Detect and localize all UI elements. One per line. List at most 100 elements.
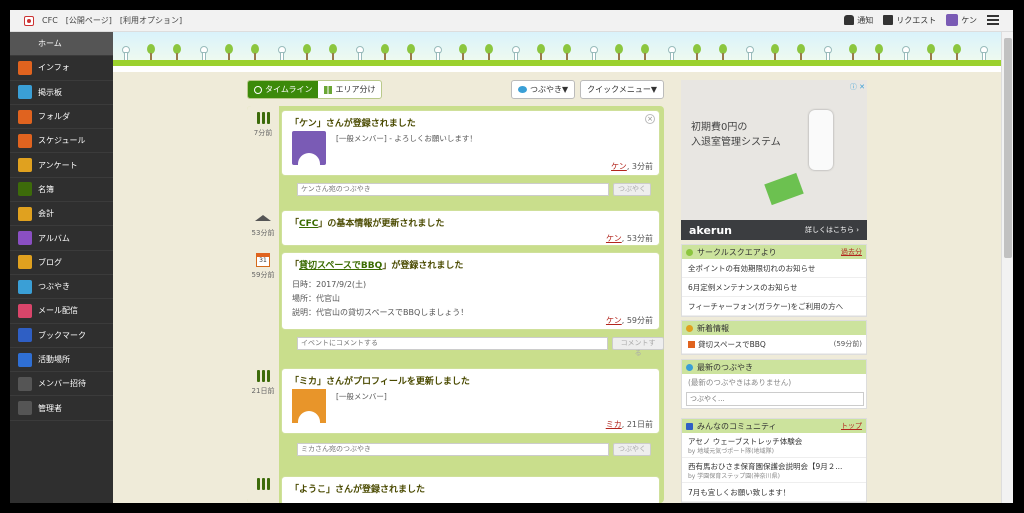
tweet-submit-button[interactable]: つぶやく bbox=[613, 442, 651, 456]
ad-info-icon[interactable]: ⓘ ✕ bbox=[850, 82, 865, 92]
options-link[interactable]: [利用オプション] bbox=[120, 15, 182, 26]
entry-title: 「貸切スペースでBBQ」が登録されました bbox=[290, 261, 464, 271]
entry-text: [一般メンバー] - よろしくお願いします！ bbox=[336, 134, 477, 143]
author-link[interactable]: ケン bbox=[611, 162, 627, 171]
tweet-submit-button[interactable]: つぶやく bbox=[613, 182, 651, 196]
member-avatar[interactable] bbox=[292, 131, 326, 165]
sidebar-item[interactable]: ブログ bbox=[10, 251, 113, 275]
quick-menu-button[interactable]: クイックメニュー▼ bbox=[580, 80, 664, 99]
tweet-input[interactable] bbox=[686, 392, 864, 406]
scrollbar[interactable] bbox=[1001, 32, 1013, 503]
person-illustration bbox=[901, 46, 910, 60]
sidebar-item[interactable]: インフォ bbox=[10, 56, 113, 81]
info-icon bbox=[18, 60, 32, 75]
community-item[interactable]: 7月も宜しくお願い致します！ bbox=[682, 483, 866, 502]
community-item[interactable]: 西有馬おひさま保育園保護会説明会【9月２... by 学園保育ステップ園(神奈川… bbox=[682, 458, 866, 483]
album-icon bbox=[18, 231, 32, 246]
feed-rail bbox=[247, 106, 279, 503]
sidebar-item[interactable]: メンバー招待 bbox=[10, 372, 113, 397]
community-top-link[interactable]: トップ bbox=[841, 421, 862, 431]
person-illustration bbox=[823, 46, 832, 60]
tree-illustration bbox=[329, 44, 337, 60]
request-button[interactable]: リクエスト bbox=[883, 15, 936, 26]
archive-link[interactable]: 過去分 bbox=[841, 247, 862, 257]
entry-card: 「貸切スペースでBBQ」が登録されました 日時：2017/9/2(土) 場所：代… bbox=[281, 252, 660, 330]
request-label: リクエスト bbox=[896, 15, 937, 25]
community-sub: by 学園保育ステップ園(神奈川県) bbox=[688, 473, 780, 480]
author-link[interactable]: ミカ bbox=[606, 420, 622, 429]
tab-timeline[interactable]: タイムライン bbox=[248, 81, 319, 98]
tree-illustration bbox=[693, 44, 701, 60]
panel-header: みんなのコミュニティ トップ bbox=[682, 419, 866, 433]
close-icon[interactable]: × bbox=[645, 114, 655, 124]
tweet-dropdown-button[interactable]: つぶやき▼ bbox=[511, 80, 576, 99]
sidebar-item[interactable]: 会計 bbox=[10, 202, 113, 227]
notify-button[interactable]: 通知 bbox=[844, 15, 873, 26]
blog-icon bbox=[18, 255, 32, 270]
entry-text: [一般メンバー] bbox=[336, 392, 387, 401]
scrollbar-thumb[interactable] bbox=[1004, 38, 1012, 258]
panel-title: 最新のつぶやき bbox=[697, 362, 753, 372]
sidebar-item[interactable]: 掲示板 bbox=[10, 81, 113, 105]
entry-card: 「ミカ」さんがプロフィールを更新しました [一般メンバー] ミカ, 21日前 bbox=[281, 368, 660, 434]
bell-icon bbox=[844, 15, 855, 25]
hamburger-menu-icon[interactable] bbox=[987, 15, 999, 25]
calendar-icon: 31 bbox=[253, 252, 273, 268]
advertisement[interactable]: ⓘ ✕ 初期費0円の 入退室管理システム akerun 詳しくはこちら › bbox=[681, 80, 867, 240]
sidebar-item[interactable]: アンケート bbox=[10, 153, 113, 178]
author-link[interactable]: ケン bbox=[606, 316, 622, 325]
event-comment-button[interactable]: コメントする bbox=[612, 336, 664, 357]
tree-illustration bbox=[251, 44, 259, 60]
tree-illustration bbox=[615, 44, 623, 60]
app-window: CFC [公開ページ] [利用オプション] 通知 リクエスト ケン ホーム インフ… bbox=[10, 10, 1013, 503]
entry-time: 7分前 bbox=[253, 129, 273, 137]
news-item[interactable]: フィーチャーフォン(ガラケー)をご利用の方へ bbox=[682, 297, 866, 316]
tree-illustration bbox=[771, 44, 779, 60]
sidebar-item[interactable]: メール配信 bbox=[10, 299, 113, 324]
community-item[interactable]: アセノ ウェーブストレッチ体験会 by 地域元気づポート隊(地域隊) bbox=[682, 433, 866, 458]
person-illustration bbox=[511, 46, 520, 60]
sidebar-item[interactable]: 名簿 bbox=[10, 178, 113, 203]
entry-meta: ケン, 3分前 bbox=[611, 162, 653, 171]
sidebar-item[interactable]: ブックマーク bbox=[10, 324, 113, 348]
panel-header: 最新のつぶやき bbox=[682, 360, 866, 374]
sidebar-item[interactable]: スケジュール bbox=[10, 129, 113, 154]
sidebar-item[interactable]: フォルダ bbox=[10, 105, 113, 130]
entry-title: 「ようこ」さんが登録されました bbox=[290, 485, 426, 495]
person-illustration bbox=[589, 46, 598, 60]
news-item[interactable]: 全ポイントの有効期限切れのお知らせ bbox=[682, 259, 866, 278]
member-avatar[interactable] bbox=[292, 389, 326, 423]
event-details: 日時：2017/9/2(土) 場所：代官山 説明：代官山の貸切スペースでBBQし… bbox=[282, 276, 659, 322]
event-link[interactable]: 貸切スペースでBBQ bbox=[299, 261, 382, 271]
user-menu[interactable]: ケン bbox=[946, 14, 977, 26]
circle-link[interactable]: CFC bbox=[299, 219, 318, 229]
event-comment-input[interactable] bbox=[297, 336, 609, 350]
bookmark-icon bbox=[18, 328, 32, 343]
news-item[interactable]: 6月定例メンテナンスのお知らせ bbox=[682, 278, 866, 297]
sidebar-item[interactable]: 活動場所 bbox=[10, 348, 113, 373]
entry-title: 「ミカ」さんがプロフィールを更新しました bbox=[290, 377, 470, 387]
ad-cta[interactable]: 詳しくはこちら › bbox=[805, 225, 859, 235]
site-logo-icon[interactable] bbox=[24, 15, 34, 26]
sidebar-item[interactable]: つぶやき bbox=[10, 275, 113, 300]
public-page-link[interactable]: [公開ページ] bbox=[66, 15, 112, 26]
sidebar-item-label: メンバー招待 bbox=[38, 379, 86, 389]
panel-title: 新着情報 bbox=[697, 323, 729, 333]
sidebar-item[interactable]: ホーム bbox=[10, 32, 113, 57]
sidebar-item-label: スケジュール bbox=[38, 136, 86, 146]
sidebar-item[interactable]: アルバム bbox=[10, 226, 113, 251]
site-name[interactable]: CFC bbox=[42, 16, 58, 25]
author-link[interactable]: ケン bbox=[606, 234, 622, 243]
tree-illustration bbox=[953, 44, 961, 60]
tab-area-label: エリア分け bbox=[335, 85, 376, 94]
tab-area[interactable]: エリア分け bbox=[318, 81, 381, 98]
person-illustration bbox=[667, 46, 676, 60]
tweet-input[interactable] bbox=[297, 442, 609, 456]
clock-icon bbox=[254, 85, 262, 94]
sidebar-item-label: 管理者 bbox=[38, 403, 62, 413]
speech-bubble-icon bbox=[686, 363, 693, 371]
sidebar-item[interactable]: 管理者 bbox=[10, 396, 113, 421]
new-info-item[interactable]: 貸切スペースでBBQ (59分前) bbox=[682, 335, 866, 354]
location-icon bbox=[18, 352, 32, 367]
tweet-input[interactable] bbox=[297, 182, 609, 196]
